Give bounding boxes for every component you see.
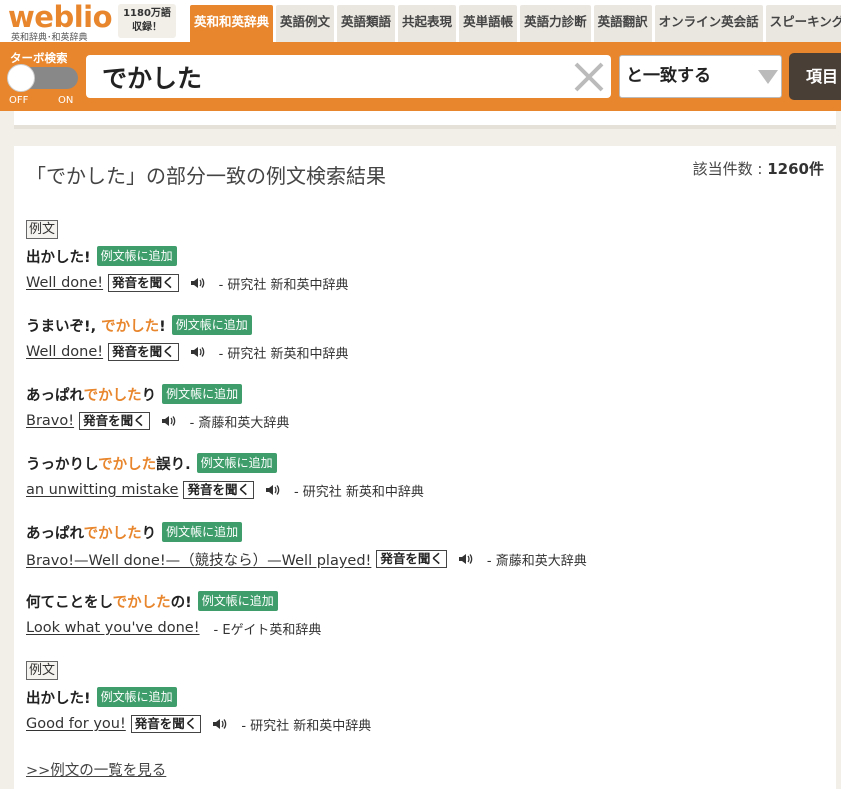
tab-diagnosis[interactable]: 英語力診断 [520,5,591,42]
toggle-on-label: ON [58,95,74,106]
main-nav: 英和和英辞典 英語例文 英語類語 共起表現 英単語帳 英語力診断 英語翻訳 オン… [190,5,841,42]
word-count-line1: 1180万語 [123,8,171,19]
result-count-label: 該当件数 : [692,160,768,178]
tab-dictionary[interactable]: 英和和英辞典 [190,5,274,42]
add-to-wordbook-button[interactable]: 例文帳に追加 [171,315,252,335]
listen-button[interactable]: 発音を聞く [79,412,150,430]
listen-button[interactable]: 発音を聞く [130,715,202,733]
list-item: 出かした! 例文帳に追加 Good for you! 発音を聞く - 研究社 新… [26,686,826,735]
tab-wordbook[interactable]: 英単語帳 [459,5,518,42]
example-english[interactable]: Good for you! [26,716,126,732]
turbo-toggle[interactable] [7,64,78,92]
section-label-examples: 例文 [26,661,59,680]
example-english[interactable]: an unwitting mistake [26,482,178,498]
chevron-down-icon [758,70,778,84]
list-item: 何てことをしでかしたの! 例文帳に追加 Look what you've don… [26,590,826,639]
example-english[interactable]: Well done! [26,344,103,360]
example-english[interactable]: Well done! [26,275,103,291]
speaker-icon[interactable] [211,716,227,732]
results-panel: 「でかした」の部分一致の例文検索結果 該当件数 : 1260件 例文 出かした!… [14,146,836,789]
tab-translation[interactable]: 英語翻訳 [593,5,652,42]
add-to-wordbook-button[interactable]: 例文帳に追加 [162,522,243,542]
source-label: - 研究社 新英和中辞典 [218,346,349,362]
example-japanese: うまいぞ!, でかした! [26,318,166,335]
list-item: 出かした! 例文帳に追加 Well done! 発音を聞く - 研究社 新和英中… [26,245,826,294]
list-item: あっぱれでかしたり 例文帳に追加 Bravo! 発音を聞く - 斎藤和英大辞典 [26,383,826,432]
listen-button[interactable]: 発音を聞く [183,481,254,499]
source-label: - 斎藤和英大辞典 [486,553,587,569]
tab-thesaurus[interactable]: 英語類語 [337,5,396,42]
top-bar: weblio 英和辞典･和英辞典 1180万語 収録！ 英和和英辞典 英語例文 … [0,0,841,43]
tab-online-conversation[interactable]: オンライン英会話 [654,5,763,42]
listen-button[interactable]: 発音を聞く [376,550,447,568]
source-label: - 研究社 新和英中辞典 [241,718,372,734]
speaker-icon[interactable] [264,482,280,498]
listen-button[interactable]: 発音を聞く [108,343,179,361]
listen-button[interactable]: 発音を聞く [108,274,179,292]
example-japanese: あっぱれでかしたり [26,387,157,404]
add-to-wordbook-button[interactable]: 例文帳に追加 [197,591,278,611]
source-label: - Eゲイト英和辞典 [213,622,322,638]
word-count-line2: 収録！ [132,22,162,33]
more-examples-link[interactable]: >>例文の一覧を見る [26,759,166,780]
add-to-wordbook-button[interactable]: 例文帳に追加 [96,687,177,707]
result-count: 該当件数 : 1260件 [693,158,824,179]
source-label: - 研究社 新英和中辞典 [293,484,424,500]
result-count-value: 1260件 [767,160,824,178]
source-label: - 斎藤和英大辞典 [189,415,290,431]
example-japanese: うっかりしでかした誤り. [26,456,191,473]
example-japanese: 何てことをしでかしたの! [26,594,192,611]
match-mode-value: と一致する [626,66,711,86]
weblio-logo[interactable]: weblio 英和辞典･和英辞典 [8,0,113,43]
page-title: 「でかした」の部分一致の例文検索結果 [26,164,386,188]
tab-collocations[interactable]: 共起表現 [398,5,457,42]
divider-strip [14,111,836,129]
tab-speaking[interactable]: スピーキング [765,5,841,42]
list-item: あっぱれでかしたり 例文帳に追加 Bravo!—Well done!—（競技なら… [26,521,826,570]
toggle-knob[interactable] [7,64,35,92]
word-count-badge: 1180万語 収録！ [118,4,176,38]
example-english[interactable]: Bravo!—Well done!—（競技なら）—Well played! [26,549,371,570]
search-bar: ターボ検索 OFF ON と一致する 項目 [0,42,841,111]
search-input[interactable] [86,55,611,98]
example-english[interactable]: Bravo! [26,413,74,429]
example-english[interactable]: Look what you've done! [26,620,200,636]
list-item: うっかりしでかした誤り. 例文帳に追加 an unwitting mistake… [26,452,826,501]
logo-text: weblio [8,0,113,34]
add-to-wordbook-button[interactable]: 例文帳に追加 [196,453,277,473]
speaker-icon[interactable] [189,344,205,360]
item-search-button[interactable]: 項目 [789,53,841,100]
speaker-icon[interactable] [457,551,473,567]
source-label: - 研究社 新和英中辞典 [218,277,349,293]
add-to-wordbook-button[interactable]: 例文帳に追加 [96,246,177,266]
example-japanese: 出かした! [26,249,91,266]
tab-examples[interactable]: 英語例文 [276,5,335,42]
example-japanese: あっぱれでかしたり [26,525,157,542]
section-label-examples: 例文 [26,220,59,239]
speaker-icon[interactable] [160,413,176,429]
example-japanese: 出かした! [26,690,91,707]
list-item: うまいぞ!, でかした! 例文帳に追加 Well done! 発音を聞く - 研… [26,314,826,363]
add-to-wordbook-button[interactable]: 例文帳に追加 [162,384,243,404]
speaker-icon[interactable] [189,275,205,291]
toggle-off-label: OFF [9,95,29,106]
clear-icon[interactable] [572,60,606,94]
